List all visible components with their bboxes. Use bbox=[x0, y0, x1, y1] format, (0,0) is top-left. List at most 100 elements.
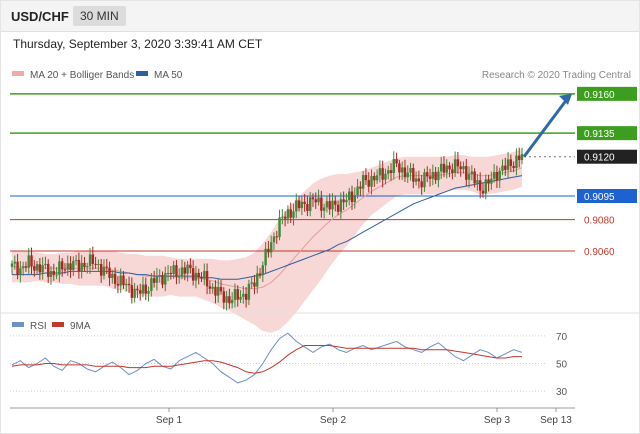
candle-body bbox=[38, 264, 42, 273]
candle-body bbox=[406, 172, 409, 178]
level-label-0.9135: 0.9135 bbox=[584, 129, 615, 140]
candle-body bbox=[47, 263, 50, 277]
candle-body bbox=[141, 284, 145, 294]
candle-body bbox=[52, 271, 56, 275]
candle-body bbox=[169, 272, 173, 275]
candle-body bbox=[322, 207, 326, 211]
bollinger-band bbox=[12, 148, 522, 333]
candle-body bbox=[80, 262, 83, 272]
candle-body bbox=[172, 265, 175, 275]
candle-body bbox=[264, 248, 267, 266]
candle-body bbox=[150, 278, 153, 291]
candle-body bbox=[211, 286, 214, 289]
candle-body bbox=[331, 200, 334, 210]
candle-body bbox=[325, 201, 329, 208]
candle-body bbox=[356, 186, 359, 196]
candle-body bbox=[303, 201, 306, 205]
candle-body bbox=[426, 172, 429, 177]
candle-body bbox=[158, 275, 161, 277]
time-tick-label: Sep 3 bbox=[484, 415, 511, 426]
candle-body bbox=[328, 201, 331, 210]
projection-arrow-line bbox=[522, 96, 570, 158]
candle-body bbox=[487, 179, 490, 184]
candle-body bbox=[470, 171, 474, 175]
candle-body bbox=[520, 154, 524, 161]
candle-body bbox=[501, 165, 504, 171]
candle-body bbox=[269, 242, 273, 253]
candle-body bbox=[504, 165, 507, 170]
candle-body bbox=[113, 273, 117, 284]
candle-body bbox=[183, 267, 186, 274]
candle-body bbox=[186, 264, 189, 274]
candle-body bbox=[381, 168, 384, 180]
candle-body bbox=[88, 254, 92, 267]
candle-body bbox=[281, 216, 284, 218]
candle-body bbox=[253, 282, 256, 287]
bollinger-legend-swatch bbox=[12, 71, 24, 76]
candle-body bbox=[308, 197, 312, 211]
candle-body bbox=[33, 266, 36, 271]
candle-body bbox=[392, 159, 396, 173]
candle-body bbox=[144, 284, 147, 294]
level-labels-layer: 0.9160 0.9135 0.9120 0.9095 0.9080 0.9060 bbox=[577, 86, 637, 258]
candle-body bbox=[350, 191, 354, 203]
candle-body bbox=[481, 190, 485, 194]
candle-body bbox=[244, 293, 248, 300]
candle-body bbox=[389, 170, 393, 173]
candle-body bbox=[27, 255, 30, 268]
candle-body bbox=[409, 167, 412, 173]
candle-body bbox=[161, 275, 164, 285]
candle-body bbox=[434, 171, 437, 181]
candle-body bbox=[74, 259, 78, 261]
candle-body bbox=[35, 264, 39, 271]
candle-body bbox=[127, 283, 131, 286]
candle-body bbox=[228, 296, 231, 304]
candle-body bbox=[420, 181, 423, 188]
candle-body bbox=[200, 277, 203, 279]
candle-body bbox=[214, 286, 217, 296]
rsi-tick-30: 30 bbox=[556, 387, 568, 398]
candle-body bbox=[63, 269, 67, 271]
rsi-legend-swatch bbox=[12, 322, 24, 327]
candle-body bbox=[49, 271, 53, 277]
candle-body bbox=[423, 172, 426, 188]
candle-body bbox=[373, 176, 376, 181]
candle-body bbox=[275, 236, 278, 238]
candle-body bbox=[417, 178, 421, 182]
candle-body bbox=[152, 278, 156, 283]
candle-body bbox=[442, 163, 446, 173]
candle-body bbox=[378, 168, 382, 176]
level-label-0.9080: 0.9080 bbox=[584, 216, 615, 227]
candle-body bbox=[361, 175, 365, 189]
candle-body bbox=[261, 265, 265, 276]
bollinger-legend-label: MA 20 + Bolliger Bands bbox=[30, 70, 134, 81]
candle-body bbox=[498, 170, 501, 181]
candle-body bbox=[256, 273, 259, 287]
candle-body bbox=[456, 159, 460, 167]
candle-body bbox=[267, 248, 270, 253]
candle-body bbox=[428, 176, 432, 179]
candle-body bbox=[306, 204, 309, 211]
candle-body bbox=[247, 283, 251, 300]
time-tick-label: Sep 2 bbox=[320, 415, 347, 426]
candle-body bbox=[225, 296, 228, 303]
candle-body bbox=[286, 209, 290, 219]
candle-body bbox=[414, 178, 418, 182]
candle-body bbox=[166, 272, 170, 274]
candle-body bbox=[155, 275, 159, 283]
candle-body bbox=[203, 271, 206, 279]
candle-body bbox=[375, 175, 379, 181]
time-axis: Sep 1 Sep 2 Sep 3 Sep 13 bbox=[10, 407, 575, 426]
candle-body bbox=[239, 296, 242, 300]
rsi-pane: 70 50 30 bbox=[10, 332, 568, 398]
candle-body bbox=[509, 159, 513, 166]
time-tick-label: Sep 1 bbox=[156, 415, 183, 426]
candle-body bbox=[13, 261, 16, 264]
candle-body bbox=[111, 273, 114, 278]
candle-body bbox=[348, 191, 351, 201]
candle-body bbox=[431, 171, 435, 179]
candle-body bbox=[60, 261, 64, 270]
candle-body bbox=[359, 186, 362, 189]
candle-body bbox=[311, 197, 315, 200]
level-label-0.9060: 0.9060 bbox=[584, 247, 615, 258]
